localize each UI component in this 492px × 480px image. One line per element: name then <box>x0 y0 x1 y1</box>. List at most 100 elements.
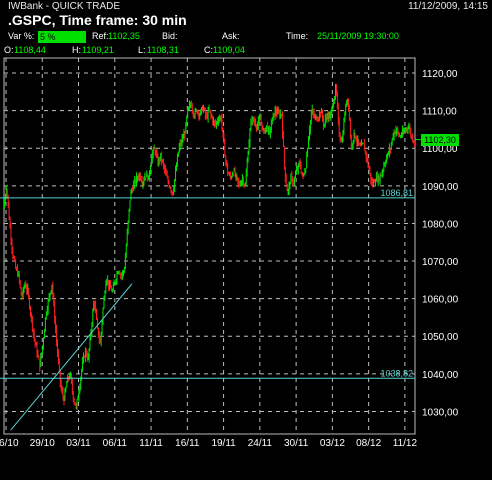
candle-body <box>260 118 262 122</box>
candle-body <box>79 386 81 393</box>
y-tick-label: 1030,00 <box>422 407 459 418</box>
candle-body <box>199 114 201 116</box>
candle-body <box>106 280 108 284</box>
candle-body <box>298 162 300 165</box>
candle-body <box>160 153 162 160</box>
candle-body <box>150 166 151 174</box>
candle-body <box>340 138 342 141</box>
candle-body <box>152 149 154 154</box>
candle-body <box>315 116 317 118</box>
candle-body <box>347 98 348 105</box>
candle-body <box>18 273 19 276</box>
candle-body <box>67 376 69 383</box>
candle-body <box>223 134 225 144</box>
level-line-label: 1038,82 <box>380 368 413 378</box>
candle-body <box>262 128 264 130</box>
candle-body <box>167 177 169 182</box>
candle-body <box>314 116 316 118</box>
candle-body <box>398 132 400 136</box>
candle-body <box>122 272 123 276</box>
last-price-badge: 1102,30 <box>421 133 459 146</box>
candle-body <box>204 108 205 110</box>
candle-body <box>311 109 313 114</box>
candle-body <box>258 119 260 121</box>
candle-body <box>32 317 33 329</box>
candle-body <box>101 321 103 333</box>
candle-body <box>216 121 217 125</box>
candle-body <box>240 184 241 186</box>
candle-body <box>17 269 18 276</box>
candle-body <box>142 182 144 184</box>
candle-body <box>51 284 53 291</box>
candle-body <box>163 161 164 165</box>
x-tick-label: 03/11 <box>66 438 91 449</box>
candle-body <box>56 329 57 342</box>
candle-body <box>54 304 56 321</box>
candle-body <box>328 114 330 119</box>
candle-body <box>357 139 359 142</box>
candle-body <box>35 343 37 346</box>
candle-body <box>25 284 27 289</box>
plot-frame <box>3 57 416 435</box>
candle-body <box>330 111 332 119</box>
candle-body <box>325 117 327 119</box>
candle-body <box>402 130 403 135</box>
candle-body <box>156 153 158 157</box>
candle-body <box>284 146 285 167</box>
candle-body <box>118 271 120 273</box>
x-tick-label: 11/12 <box>393 438 418 449</box>
candle-body <box>23 287 25 289</box>
candle-body <box>259 118 261 120</box>
candle-body <box>138 174 140 178</box>
candle-body <box>31 313 32 318</box>
candle-body <box>302 174 304 176</box>
candle-body <box>389 148 390 154</box>
candle-body <box>133 184 135 191</box>
candle-body <box>136 175 137 183</box>
candle-body <box>369 169 371 174</box>
candle-body <box>295 174 296 178</box>
candle-body <box>7 195 9 206</box>
candle-body <box>411 135 413 137</box>
price-chart[interactable]: 1030,00 1040,00 1050,00 1060,00 1070,00 1080,… <box>0 0 492 480</box>
candle-body <box>30 307 31 314</box>
candle-body <box>43 338 44 346</box>
candle-body <box>337 106 339 121</box>
candle-body <box>374 181 375 183</box>
candle-body <box>386 157 387 163</box>
candle-body <box>275 110 277 113</box>
candle-body <box>231 177 232 179</box>
candle-body <box>116 273 118 280</box>
candle-body <box>246 161 248 174</box>
candle-body <box>21 295 23 297</box>
y-tick-label: 1060,00 <box>422 295 459 306</box>
candle-body <box>151 159 152 167</box>
candle-body <box>304 172 306 174</box>
candle-body <box>397 128 399 133</box>
candle-body <box>140 178 142 182</box>
candle-body <box>412 136 414 141</box>
candle-body <box>297 164 299 170</box>
candle-body <box>9 219 11 228</box>
candle-body <box>127 220 129 233</box>
candle-body <box>203 108 204 111</box>
candle-body <box>59 361 60 370</box>
candle-body <box>187 109 188 118</box>
candle-body <box>154 148 156 153</box>
candle-body <box>178 146 180 152</box>
y-tick-label: 1040,00 <box>422 370 459 381</box>
candle-body <box>85 350 87 356</box>
candle-body <box>72 391 74 400</box>
candle-body <box>313 113 315 117</box>
candle-body <box>345 104 347 115</box>
candle-body <box>310 120 311 130</box>
candle-body <box>236 174 238 178</box>
candle-body <box>253 117 254 122</box>
candle-body <box>212 117 214 123</box>
candle-body <box>168 181 170 187</box>
candle-body <box>104 292 106 299</box>
candle-body <box>353 130 355 141</box>
candle-body <box>130 190 132 201</box>
candle-body <box>326 117 328 119</box>
candle-body <box>279 112 281 117</box>
